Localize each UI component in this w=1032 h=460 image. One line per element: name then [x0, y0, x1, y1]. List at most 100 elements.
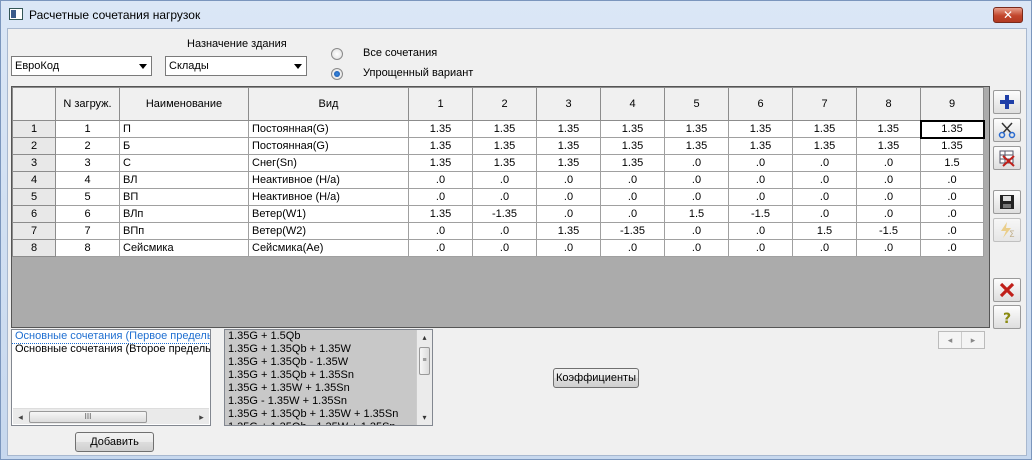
coefficient-cell[interactable]: 1.35	[472, 120, 537, 138]
coefficient-cell[interactable]: 1.35	[472, 154, 537, 172]
column-header[interactable]: 9	[920, 87, 984, 121]
coefficient-cell[interactable]: 1.35	[792, 120, 857, 138]
load-number-cell[interactable]: 3	[55, 154, 120, 172]
table-row[interactable]: 5 5 ВП Неактивное (Н/а) .0.0.0.0.0.0.0.0.0	[12, 188, 984, 206]
coefficient-cell[interactable]: 1.35	[728, 137, 793, 155]
coefficient-cell[interactable]: 1.35	[472, 137, 537, 155]
load-name-cell[interactable]: ВЛп	[119, 205, 249, 223]
list-item[interactable]: Основные сочетания (Второе предель	[12, 343, 210, 356]
coefficient-cell[interactable]: .0	[728, 171, 793, 189]
row-header[interactable]: 2	[12, 137, 56, 155]
load-kind-cell[interactable]: Снег(Sn)	[248, 154, 409, 172]
load-name-cell[interactable]: С	[119, 154, 249, 172]
coefficient-cell[interactable]: .0	[920, 239, 984, 257]
table-row[interactable]: 6 6 ВЛп Ветер(W1) 1.35 -1.35.0.0 1.5 -1.5.0.0.0	[12, 205, 984, 223]
list-item[interactable]: 1.35G + 1.35Qb + 1.35W + 1.35Sn	[225, 408, 432, 421]
close-button[interactable]: ✕	[993, 7, 1023, 23]
coefficient-cell[interactable]: .0	[856, 239, 921, 257]
scroll-thumb[interactable]: III	[29, 411, 147, 423]
column-header[interactable]: 7	[792, 87, 857, 121]
coefficient-cell[interactable]: .0	[664, 222, 729, 240]
load-kind-cell[interactable]: Постоянная(G)	[248, 137, 409, 155]
scroll-right-icon[interactable]: ▸	[194, 410, 209, 424]
add-load-button[interactable]	[993, 90, 1021, 114]
coefficient-cell[interactable]: .0	[536, 239, 601, 257]
coefficient-cell[interactable]: -1.35	[600, 222, 665, 240]
load-number-cell[interactable]: 6	[55, 205, 120, 223]
coefficient-cell[interactable]: 1.5	[792, 222, 857, 240]
load-kind-cell[interactable]: Сейсмика(Ae)	[248, 239, 409, 257]
row-header[interactable]: 1	[12, 120, 56, 138]
row-header[interactable]: 6	[12, 205, 56, 223]
delete-button[interactable]	[993, 278, 1021, 302]
help-button[interactable]: ?	[993, 305, 1021, 329]
coefficient-cell[interactable]: .0	[856, 205, 921, 223]
coefficient-cell[interactable]: 1.35	[600, 137, 665, 155]
coefficient-cell[interactable]: 1.35	[600, 154, 665, 172]
coefficient-cell[interactable]: .0	[408, 188, 473, 206]
coefficients-button[interactable]: Коэффициенты	[553, 368, 639, 388]
coefficient-cell[interactable]: .0	[856, 171, 921, 189]
coefficient-cell[interactable]: 1.35	[792, 137, 857, 155]
coefficient-cell[interactable]: .0	[920, 205, 984, 223]
load-kind-cell[interactable]: Неактивное (Н/а)	[248, 171, 409, 189]
coefficient-cell[interactable]: .0	[664, 239, 729, 257]
coefficient-cell[interactable]: .0	[472, 239, 537, 257]
column-header[interactable]: 5	[664, 87, 729, 121]
load-number-cell[interactable]: 7	[55, 222, 120, 240]
column-header[interactable]: 8	[856, 87, 921, 121]
coefficient-cell[interactable]: 1.35	[536, 222, 601, 240]
coefficient-cell[interactable]: 1.35	[600, 120, 665, 138]
radio-all-combinations[interactable]	[331, 48, 343, 60]
load-number-cell[interactable]: 1	[55, 120, 120, 138]
list-item[interactable]: 1.35G - 1.35W + 1.35Sn	[225, 395, 432, 408]
column-header[interactable]: 6	[728, 87, 793, 121]
coefficient-cell[interactable]: 1.35	[856, 137, 921, 155]
coefficient-cell[interactable]: .0	[472, 171, 537, 189]
coefficient-cell[interactable]: 1.35	[728, 120, 793, 138]
load-name-cell[interactable]: Б	[119, 137, 249, 155]
column-header[interactable]: Наименование	[119, 87, 249, 121]
coefficient-cell[interactable]: 1.5	[920, 154, 984, 172]
coefficient-cell[interactable]: -1.35	[472, 205, 537, 223]
combination-types-list[interactable]: Основные сочетания (Первое предель Основ…	[11, 329, 211, 426]
save-button[interactable]	[993, 190, 1021, 214]
coefficient-cell[interactable]: .0	[536, 205, 601, 223]
coefficient-cell[interactable]: .0	[472, 222, 537, 240]
add-button[interactable]: Добавить	[75, 432, 154, 452]
page-right-icon[interactable]: ▸	[962, 332, 984, 348]
load-name-cell[interactable]: П	[119, 120, 249, 138]
load-number-cell[interactable]: 4	[55, 171, 120, 189]
delete-rows-button[interactable]	[993, 146, 1021, 170]
coefficient-cell[interactable]: 1.35	[920, 137, 984, 155]
list-item[interactable]: Основные сочетания (Первое предель	[12, 330, 210, 344]
list-item[interactable]: 1.35G + 1.35Qb - 1.35W + 1.35Sn	[225, 421, 432, 425]
row-header[interactable]: 5	[12, 188, 56, 206]
load-kind-cell[interactable]: Ветер(W1)	[248, 205, 409, 223]
row-header[interactable]: 4	[12, 171, 56, 189]
column-header[interactable]: 1	[408, 87, 473, 121]
column-header[interactable]: Вид	[248, 87, 409, 121]
combinations-list[interactable]: 1.35G + 1.5Qb 1.35G + 1.35Qb + 1.35W 1.35G…	[224, 329, 433, 426]
coefficient-cell[interactable]: .0	[792, 205, 857, 223]
coefficient-cell[interactable]: 1.35	[536, 120, 601, 138]
row-header[interactable]: 3	[12, 154, 56, 172]
coefficient-cell[interactable]: 1.35	[408, 154, 473, 172]
coefficient-cell[interactable]: .0	[408, 171, 473, 189]
coefficient-cell[interactable]: .0	[600, 239, 665, 257]
load-kind-cell[interactable]: Постоянная(G)	[248, 120, 409, 138]
coefficient-cell[interactable]: .0	[600, 171, 665, 189]
coefficient-cell[interactable]: .0	[792, 154, 857, 172]
coefficient-cell[interactable]: .0	[600, 188, 665, 206]
code-select[interactable]: ЕвроКод	[11, 56, 152, 76]
coefficient-cell[interactable]: .0	[664, 188, 729, 206]
coefficient-cell[interactable]: .0	[536, 171, 601, 189]
coefficient-cell[interactable]: .0	[600, 205, 665, 223]
coefficient-cell[interactable]: 1.35	[408, 137, 473, 155]
coefficient-cell[interactable]: .0	[792, 239, 857, 257]
loads-grid[interactable]: N загруж. Наименование Вид 1 2 3 4 5 6 7 8 9 1 1 П Пос…	[11, 86, 990, 328]
coefficient-cell[interactable]: .0	[728, 239, 793, 257]
table-row[interactable]: 4 4 ВЛ Неактивное (Н/а) .0.0.0.0.0.0.0.0.0	[12, 171, 984, 189]
coefficient-cell[interactable]: 1.5	[664, 205, 729, 223]
load-kind-cell[interactable]: Ветер(W2)	[248, 222, 409, 240]
